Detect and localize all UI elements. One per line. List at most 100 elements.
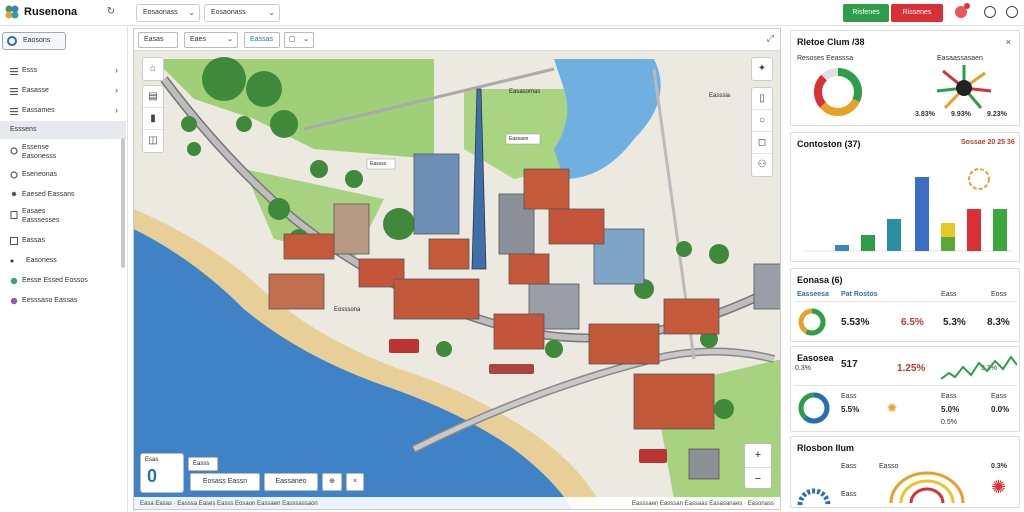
map-button-1[interactable]: Eosass Eassn <box>190 473 260 491</box>
sidebar-item-5[interactable]: Essense Easonesss <box>0 142 126 160</box>
target-icon <box>10 171 18 179</box>
summary-value: 0.3% <box>991 463 1007 470</box>
page-icon[interactable]: ▯ <box>752 88 772 110</box>
sidebar-item-12[interactable]: Eesssaso Eassas <box>0 292 126 310</box>
map-label: Eassaon <box>509 136 529 142</box>
map-dropdown[interactable]: ▢ ⌄ <box>284 32 314 48</box>
expand-icon[interactable]: ⤢ <box>767 33 774 44</box>
map-legend-box[interactable]: Esas 0 <box>140 453 184 493</box>
chevron-down-icon: ⌄ <box>227 36 233 43</box>
trend-value: 1.25% <box>897 363 926 374</box>
kpi-column-label: Eass <box>941 291 957 298</box>
layer-select[interactable]: Eosaonass ⌄ <box>136 4 200 22</box>
pin-icon <box>11 191 17 197</box>
sun-icon: ✺ <box>887 401 898 415</box>
sidebar-item-label: Eseneonas <box>22 171 58 178</box>
panel-title: Contoston (37) <box>797 139 861 149</box>
map-label: Eosssona <box>334 307 361 313</box>
kpi-column-label: Pat Rostos <box>841 291 878 298</box>
map-mini-tab[interactable]: Easss <box>188 457 218 471</box>
close-icon[interactable]: × <box>1006 37 1011 47</box>
region-select[interactable]: Eosaonass ⌄ <box>204 4 280 22</box>
map-button-2[interactable]: Eassaneo <box>264 473 318 491</box>
sidebar-primary-label: Eaosons <box>23 37 51 44</box>
kpi-value: 5.53% <box>841 317 870 328</box>
summary-label: Eass <box>841 491 857 498</box>
donut-chart <box>814 68 862 116</box>
panel-overview: Rletoe Clum /38 × Resoses Eeasssa Easaas… <box>790 30 1020 126</box>
panel-subtitle: Resoses Eeasssa <box>797 55 854 62</box>
sidebar-item-label: Easoness <box>26 257 57 264</box>
chevron-right-icon: › <box>115 85 118 95</box>
app-title: Rusenona <box>24 6 78 18</box>
kpi-ring-chart <box>798 308 826 336</box>
sidebar-item-8[interactable]: Easaes Easssesses <box>0 206 126 224</box>
map-home-tool[interactable]: ⌂ <box>142 57 164 81</box>
layers-icon[interactable]: ▤ <box>143 86 163 108</box>
circle-icon <box>7 36 17 46</box>
sidebar-item-2[interactable]: Easasse › <box>0 82 126 100</box>
home-icon[interactable]: ⌂ <box>143 58 163 80</box>
sidebar-scrollbar[interactable] <box>121 138 125 268</box>
sidebar-item-label: Eesssaso Eassas <box>22 297 78 304</box>
map-view[interactable]: Easasomas Easssia Eassss Eassaon Eossson… <box>133 28 781 510</box>
red-action-button[interactable]: Rissenes <box>891 4 943 22</box>
zoom-in-icon[interactable]: + <box>745 444 771 466</box>
sidebar-primary-button[interactable]: Eaosons <box>2 32 66 50</box>
refresh-icon[interactable]: ↻ <box>104 5 118 19</box>
layer-select-label: Eosaonass <box>143 9 178 16</box>
list-icon <box>10 108 18 115</box>
gauge-chart <box>797 488 831 506</box>
map-canvas[interactable] <box>134 29 781 510</box>
zoom-out-icon[interactable]: − <box>745 467 771 489</box>
chevron-down-icon: ⌄ <box>303 36 309 43</box>
document-icon <box>10 211 18 219</box>
map-settings-tool[interactable]: ✦ <box>751 57 773 81</box>
shield-icon[interactable]: ◫ <box>143 130 163 152</box>
attribution-right: Easssaen Easssan Eassaas Easasanaes · Ea… <box>631 501 774 507</box>
sidebar-item-label: Easasse <box>22 87 49 94</box>
map-tab-1[interactable]: Easas <box>138 32 178 48</box>
circle-icon[interactable]: ○ <box>752 110 772 132</box>
people-icon[interactable]: ⚇ <box>752 154 772 176</box>
region-select-label: Eosaonass <box>211 9 246 16</box>
sidebar-item-1[interactable]: Esss › <box>0 62 126 80</box>
account-icon[interactable] <box>1006 6 1018 18</box>
legend-value: 0 <box>147 466 158 486</box>
kpi-value: 5.3% <box>943 317 966 328</box>
map-tab-2[interactable]: Eaes ⌄ <box>184 32 238 48</box>
panel-title: Eonasa (6) <box>797 275 843 285</box>
summary-label: Eass <box>841 463 857 470</box>
trend-row-sub: 0.5% <box>941 419 957 426</box>
close-icon[interactable]: × <box>346 473 364 491</box>
map-label: Eassss <box>370 161 387 167</box>
map-tab-2-label: Eaes <box>190 36 206 43</box>
sidebar-item-label: Esss <box>22 67 38 74</box>
sidebar-item-3[interactable]: Eassames › <box>0 102 126 120</box>
sidebar-item-6[interactable]: Eseneonas <box>0 166 126 184</box>
notification-badge <box>964 3 970 9</box>
lock-icon[interactable]: ▮ <box>143 108 163 130</box>
app-logo-icon <box>5 5 19 19</box>
sidebar-item-10[interactable]: Easoness <box>0 252 126 270</box>
help-icon[interactable] <box>984 6 996 18</box>
chevron-right-icon: › <box>115 65 118 75</box>
map-tab-3[interactable]: Eassas <box>244 32 280 48</box>
map-label: Easssia <box>709 93 731 99</box>
sidebar-item-7[interactable]: Eaesed Eassans <box>0 186 126 204</box>
chart-icon <box>10 297 18 305</box>
sidebar-item-label: Essense Easonesss <box>22 144 57 160</box>
sidebar-item-4[interactable]: Esssens <box>0 121 126 139</box>
bar-chart <box>803 168 1013 252</box>
pin-icon[interactable]: ⊕ <box>322 473 342 491</box>
sidebar-item-11[interactable]: Eesse Essed Eossos <box>0 272 126 290</box>
map-right-tool-stack: ▯ ○ ◻ ⚇ <box>751 87 773 177</box>
sidebar-item-9[interactable]: Eassas <box>0 232 126 250</box>
puzzle-icon[interactable]: ✦ <box>752 58 772 80</box>
sparkline <box>941 355 1017 380</box>
green-action-button[interactable]: Risfenes <box>843 4 889 22</box>
top-bar: Rusenona ↻ Eosaonass ⌄ Eosaonass ⌄ Risfe… <box>0 0 1024 26</box>
chevron-down-icon: ⌄ <box>268 8 275 17</box>
comment-icon[interactable]: ◻ <box>752 132 772 154</box>
trend-sub: 0.3% <box>795 365 811 372</box>
